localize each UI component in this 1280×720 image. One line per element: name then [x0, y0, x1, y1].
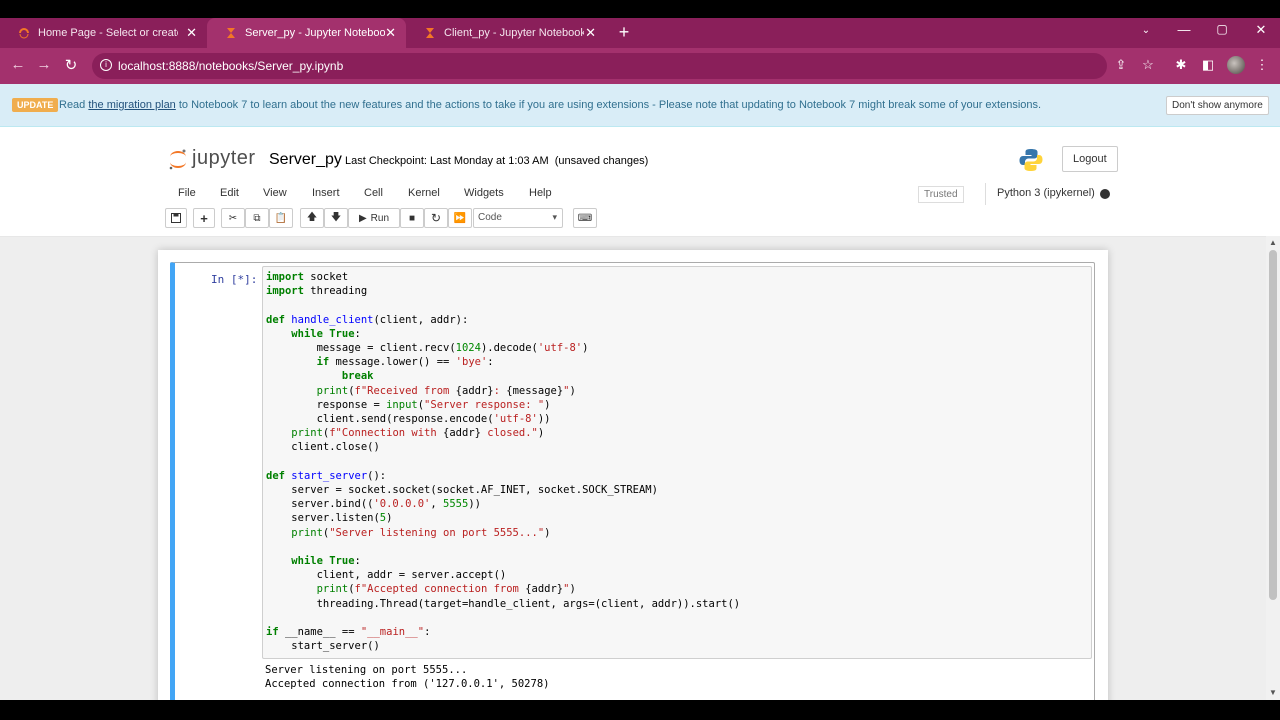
update-banner: UPDATE Read the migration plan to Notebo…	[0, 84, 1280, 127]
tab-label: Home Page - Select or create a n	[38, 27, 178, 39]
taskbar-edge	[0, 700, 1280, 720]
close-window-icon[interactable]: ✕	[1251, 22, 1271, 38]
cell-type-value: Code	[478, 212, 502, 223]
tab-search-icon[interactable]: ⌄	[1136, 25, 1156, 36]
minimize-icon[interactable]: —	[1174, 22, 1194, 37]
dont-show-anymore-button[interactable]: Don't show anymore	[1166, 96, 1269, 115]
code-editor[interactable]: import socket import threading def handl…	[262, 266, 1092, 659]
restart-icon[interactable]: ↻	[424, 208, 448, 228]
notebook-toolbar: + ✂ ⧉ 📋 🡅 🡇 ▶ Run ■ ↻ ⏩ Code ▾ ⌨	[165, 208, 1115, 230]
run-icon: ▶	[358, 212, 367, 224]
notebook-name[interactable]: Server_py	[269, 151, 342, 169]
jupyter-logo-icon	[169, 149, 186, 169]
url-text: localhost:8888/notebooks/Server_py.ipynb	[118, 59, 344, 73]
side-panel-icon[interactable]: ◧	[1198, 57, 1218, 73]
jupyter-notebook-favicon-icon	[227, 28, 235, 38]
forward-icon[interactable]: →	[34, 56, 54, 73]
maximize-icon[interactable]: ▢	[1212, 22, 1232, 36]
code-cell[interactable]: In [*]: import socket import threading d…	[170, 262, 1095, 700]
scroll-up-icon[interactable]: ▲	[1269, 238, 1277, 247]
jupyter-logo[interactable]: jupyter	[168, 147, 256, 170]
close-tab-icon[interactable]: ✕	[385, 25, 396, 41]
jupyter-favicon-icon	[19, 28, 29, 39]
paste-icon[interactable]: 📋	[269, 208, 293, 228]
save-icon[interactable]	[165, 208, 187, 228]
kernel-divider	[985, 183, 986, 205]
scroll-down-icon[interactable]: ▼	[1269, 688, 1277, 697]
tab-client-py[interactable]: Client_py - Jupyter Notebook ✕	[406, 18, 606, 48]
chevron-down-icon: ▾	[552, 212, 557, 222]
python-logo-icon	[1019, 149, 1043, 171]
checkpoint-status: Last Checkpoint: Last Monday at 1:03 AM …	[345, 155, 648, 167]
menu-view[interactable]: View	[263, 187, 287, 199]
tab-server-py[interactable]: Server_py - Jupyter Notebook ✕	[207, 18, 406, 48]
banner-text-post: to Notebook 7 to learn about the new fea…	[175, 99, 1042, 111]
menu-edit[interactable]: Edit	[220, 187, 239, 199]
interrupt-icon[interactable]: ■	[400, 208, 424, 228]
unsaved-changes: (unsaved changes)	[554, 155, 649, 167]
code-source[interactable]: import socket import threading def handl…	[266, 270, 740, 653]
menubar: File Edit View Insert Cell Kernel Widget…	[165, 181, 1115, 207]
last-checkpoint: Last Checkpoint: Last Monday at 1:03 AM	[345, 155, 549, 167]
logout-button[interactable]: Logout	[1062, 146, 1118, 172]
copy-icon[interactable]: ⧉	[245, 208, 269, 228]
cut-icon[interactable]: ✂	[221, 208, 245, 228]
site-info-icon[interactable]: i	[100, 59, 112, 71]
notebook-container: In [*]: import socket import threading d…	[158, 250, 1108, 700]
reload-icon[interactable]: ↻	[61, 56, 81, 74]
scrollbar-thumb[interactable]	[1269, 250, 1277, 600]
page-scrollbar[interactable]: ▲ ▼	[1266, 236, 1280, 700]
notebook-header: jupyter Server_py Last Checkpoint: Last …	[0, 127, 1280, 237]
cell-type-select[interactable]: Code ▾	[473, 208, 563, 228]
tab-label: Client_py - Jupyter Notebook	[444, 27, 584, 39]
menu-insert[interactable]: Insert	[312, 187, 340, 199]
tab-label: Server_py - Jupyter Notebook	[245, 27, 385, 39]
menu-file[interactable]: File	[178, 187, 196, 199]
banner-text-pre: Read	[59, 99, 89, 111]
update-badge: UPDATE	[12, 98, 59, 112]
share-icon[interactable]: ⇪	[1111, 57, 1131, 73]
move-down-icon[interactable]: 🡇	[324, 208, 348, 228]
banner-message: Read the migration plan to Notebook 7 to…	[59, 99, 1041, 111]
jupyter-page: UPDATE Read the migration plan to Notebo…	[0, 84, 1280, 700]
run-button[interactable]: ▶ Run	[348, 208, 400, 228]
jupyter-logo-text: jupyter	[192, 147, 256, 169]
new-tab-button[interactable]: +	[614, 22, 634, 43]
tab-home-page[interactable]: Home Page - Select or create a n ✕	[0, 18, 207, 48]
back-icon[interactable]: ←	[8, 56, 28, 73]
kernel-name: Python 3 (ipykernel)	[997, 187, 1095, 199]
menu-kernel[interactable]: Kernel	[408, 187, 440, 199]
insert-cell-icon[interactable]: +	[193, 208, 215, 228]
menu-help[interactable]: Help	[529, 187, 552, 199]
extensions-puzzle-icon[interactable]: ✱	[1171, 57, 1191, 73]
bookmark-star-icon[interactable]: ☆	[1138, 57, 1158, 73]
menu-cell[interactable]: Cell	[364, 187, 383, 199]
close-tab-icon[interactable]: ✕	[186, 25, 197, 41]
profile-avatar[interactable]	[1227, 56, 1245, 74]
address-toolbar: ← → ↻ i localhost:8888/notebooks/Server_…	[0, 48, 1280, 84]
close-tab-icon[interactable]: ✕	[585, 25, 596, 41]
run-label: Run	[370, 212, 390, 224]
keyboard-icon[interactable]: ⌨	[573, 208, 597, 228]
trusted-indicator[interactable]: Trusted	[918, 186, 964, 203]
input-prompt: In [*]:	[211, 273, 258, 286]
migration-plan-link[interactable]: the migration plan	[88, 99, 175, 111]
kernel-busy-indicator	[1100, 189, 1110, 199]
move-up-icon[interactable]: 🡅	[300, 208, 324, 228]
url-field[interactable]: i localhost:8888/notebooks/Server_py.ipy…	[92, 53, 1107, 79]
restart-run-all-icon[interactable]: ⏩	[448, 208, 472, 228]
menu-widgets[interactable]: Widgets	[464, 187, 504, 199]
cell-output: Server listening on port 5555... Accepte…	[265, 664, 550, 691]
jupyter-notebook-favicon-icon	[426, 28, 434, 38]
browser-menu-icon[interactable]: ⋮	[1252, 57, 1272, 73]
browser-tab-strip: Home Page - Select or create a n ✕ Serve…	[0, 18, 1280, 48]
